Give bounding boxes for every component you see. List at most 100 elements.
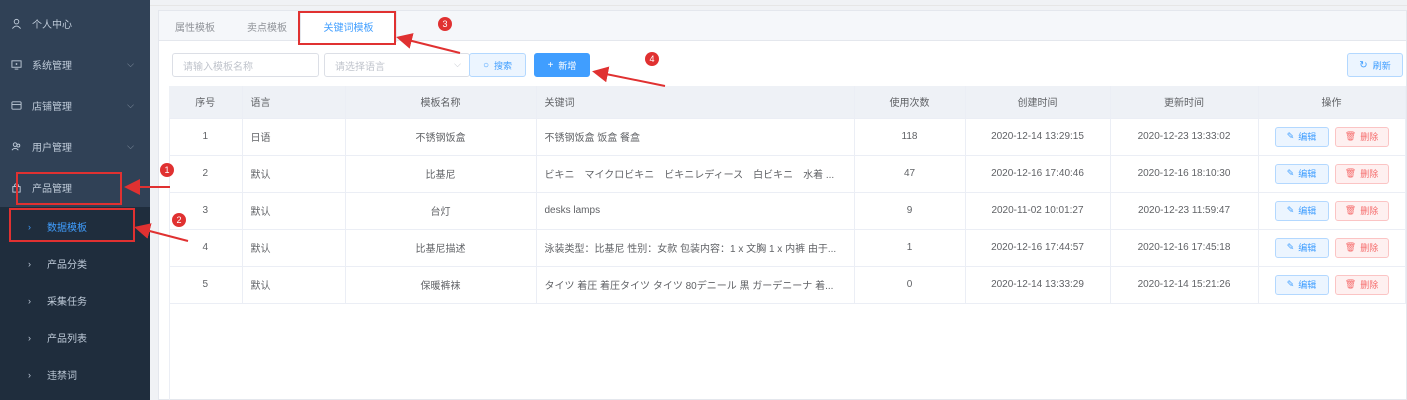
edit-button[interactable]: ✎ 编辑 xyxy=(1274,163,1329,184)
cell-updated-time: 2020-12-23 13:33:02 xyxy=(1110,118,1259,156)
refresh-button-label: 刷新 xyxy=(1372,60,1391,71)
edit-button[interactable]: ✎ 编辑 xyxy=(1274,200,1329,221)
edit-button-label: 编辑 xyxy=(1298,243,1317,253)
cell-use-count: 9 xyxy=(854,192,966,230)
cell-created-time: 2020-12-14 13:29:15 xyxy=(965,118,1111,156)
annotation-number-1: 1 xyxy=(160,163,174,177)
users-icon xyxy=(10,141,22,153)
language-select[interactable]: 请选择语言 ⌵ xyxy=(324,53,470,77)
refresh-button[interactable]: ↻ 刷新 xyxy=(1347,53,1403,77)
user-icon xyxy=(10,18,22,30)
select-placeholder: 请选择语言 xyxy=(335,61,385,73)
chevron-down-icon: ⌵ xyxy=(127,141,134,151)
table-header-row: 序号 语言 模板名称 关键词 使用次数 创建时间 更新时间 操作 xyxy=(169,86,1406,119)
annotation-box-product-management xyxy=(16,172,122,205)
column-header-use-count: 使用次数 xyxy=(854,86,966,119)
cell-operations: ✎ 编辑 🗑 删除 xyxy=(1258,192,1406,230)
search-button-label: 搜索 xyxy=(494,60,513,71)
sidebar-subitem-label: 产品分类 xyxy=(47,260,87,271)
annotation-box-keyword-tab xyxy=(298,11,396,45)
cell-created-time: 2020-12-14 13:33:29 xyxy=(965,266,1111,304)
sidebar-item-system[interactable]: 系统管理 ⌵ xyxy=(0,44,150,85)
main-panel: 属性模板 卖点模板 关键词模板 请输入模板名称 请选择语言 ⌵ ○ 搜索 + 新… xyxy=(158,10,1407,400)
cell-updated-time: 2020-12-23 11:59:47 xyxy=(1110,192,1259,230)
top-strip xyxy=(150,0,1407,6)
cell-operations: ✎ 编辑 🗑 删除 xyxy=(1258,155,1406,193)
cell-template-name: 台灯 xyxy=(345,192,537,230)
sidebar-subitem-product-category[interactable]: › 产品分类 xyxy=(0,245,150,282)
delete-button[interactable]: 🗑 删除 xyxy=(1334,163,1389,184)
sidebar-subitem-label: 产品列表 xyxy=(47,334,87,345)
column-header-keywords: 关键词 xyxy=(536,86,855,119)
refresh-icon: ↻ xyxy=(1359,59,1368,71)
keyword-template-table: 序号 语言 模板名称 关键词 使用次数 创建时间 更新时间 操作 1 日语 不锈… xyxy=(169,86,1406,304)
delete-button[interactable]: 🗑 删除 xyxy=(1334,200,1389,221)
sidebar-subitem-banned-words[interactable]: › 违禁词 xyxy=(0,356,150,393)
table-row: 4 默认 比基尼描述 泳装类型：比基尼 性别：女款 包装内容：1 x 文胸 1 … xyxy=(169,229,1406,267)
edit-icon: ✎ xyxy=(1286,242,1295,252)
cell-language: 默认 xyxy=(242,229,346,267)
edit-button-label: 编辑 xyxy=(1298,206,1317,216)
annotation-number-2: 2 xyxy=(172,213,186,227)
chevron-right-icon: › xyxy=(28,295,31,306)
tab-selling-point-template[interactable]: 卖点模板 xyxy=(231,11,303,41)
chevron-right-icon: › xyxy=(28,369,31,380)
column-header-updated-time: 更新时间 xyxy=(1110,86,1259,119)
cell-use-count: 47 xyxy=(854,155,966,193)
edit-icon: ✎ xyxy=(1286,168,1295,178)
delete-button[interactable]: 🗑 删除 xyxy=(1334,237,1389,258)
cell-index: 5 xyxy=(169,266,243,304)
cell-template-name: 不锈钢饭盒 xyxy=(345,118,537,156)
delete-button[interactable]: 🗑 删除 xyxy=(1334,126,1389,147)
table-row: 1 日语 不锈钢饭盒 不锈钢饭盒 饭盒 餐盒 118 2020-12-14 13… xyxy=(169,118,1406,156)
sidebar-item-label: 店铺管理 xyxy=(32,102,72,113)
sidebar-subitem-collect-task[interactable]: › 采集任务 xyxy=(0,282,150,319)
tab-attribute-template[interactable]: 属性模板 xyxy=(159,11,231,41)
cell-operations: ✎ 编辑 🗑 删除 xyxy=(1258,229,1406,267)
edit-button[interactable]: ✎ 编辑 xyxy=(1274,237,1329,258)
cell-keywords: ビキニ マイクロビキニ ビキニレディース 白ビキニ 水着 ... xyxy=(536,155,855,193)
add-button[interactable]: + 新增 xyxy=(534,53,590,77)
column-header-language: 语言 xyxy=(242,86,346,119)
sidebar-item-label: 系统管理 xyxy=(32,61,72,72)
plus-icon: + xyxy=(547,59,554,71)
trash-icon: 🗑 xyxy=(1344,279,1357,289)
cell-template-name: 比基尼 xyxy=(345,155,537,193)
sidebar-subitem-label: 违禁词 xyxy=(47,371,77,382)
cell-updated-time: 2020-12-16 18:10:30 xyxy=(1110,155,1259,193)
delete-button[interactable]: 🗑 删除 xyxy=(1334,274,1389,295)
edit-button[interactable]: ✎ 编辑 xyxy=(1274,126,1329,147)
add-button-label: 新增 xyxy=(558,60,577,71)
trash-icon: 🗑 xyxy=(1344,242,1357,252)
cell-template-name: 保暖裤袜 xyxy=(345,266,537,304)
sidebar-item-personal-center[interactable]: 个人中心 xyxy=(0,3,150,44)
sidebar-item-users[interactable]: 用户管理 ⌵ xyxy=(0,126,150,167)
cell-language: 默认 xyxy=(242,266,346,304)
search-button[interactable]: ○ 搜索 xyxy=(469,53,526,77)
sidebar-item-store[interactable]: 店铺管理 ⌵ xyxy=(0,85,150,126)
table-row: 3 默认 台灯 desks lamps 9 2020-11-02 10:01:2… xyxy=(169,192,1406,230)
cell-created-time: 2020-12-16 17:40:46 xyxy=(965,155,1111,193)
cell-keywords: desks lamps xyxy=(536,192,855,230)
trash-icon: 🗑 xyxy=(1344,205,1357,215)
sidebar-subitem-product-list[interactable]: › 产品列表 xyxy=(0,319,150,356)
chevron-down-icon: ⌵ xyxy=(454,59,461,69)
edit-button[interactable]: ✎ 编辑 xyxy=(1274,274,1329,295)
cell-operations: ✎ 编辑 🗑 删除 xyxy=(1258,266,1406,304)
column-header-index: 序号 xyxy=(169,86,243,119)
template-name-input[interactable]: 请输入模板名称 xyxy=(172,53,319,77)
delete-button-label: 删除 xyxy=(1360,243,1379,253)
cell-template-name: 比基尼描述 xyxy=(345,229,537,267)
column-header-operations: 操作 xyxy=(1258,86,1406,119)
cell-created-time: 2020-12-16 17:44:57 xyxy=(965,229,1111,267)
cell-language: 默认 xyxy=(242,192,346,230)
cell-created-time: 2020-11-02 10:01:27 xyxy=(965,192,1111,230)
sidebar-item-label: 个人中心 xyxy=(32,20,72,31)
input-placeholder: 请输入模板名称 xyxy=(183,61,253,73)
delete-button-label: 删除 xyxy=(1360,206,1379,216)
edit-icon: ✎ xyxy=(1286,205,1295,215)
cell-use-count: 118 xyxy=(854,118,966,156)
annotation-box-data-template xyxy=(9,208,135,242)
column-header-template-name: 模板名称 xyxy=(345,86,537,119)
chevron-right-icon: › xyxy=(28,332,31,343)
